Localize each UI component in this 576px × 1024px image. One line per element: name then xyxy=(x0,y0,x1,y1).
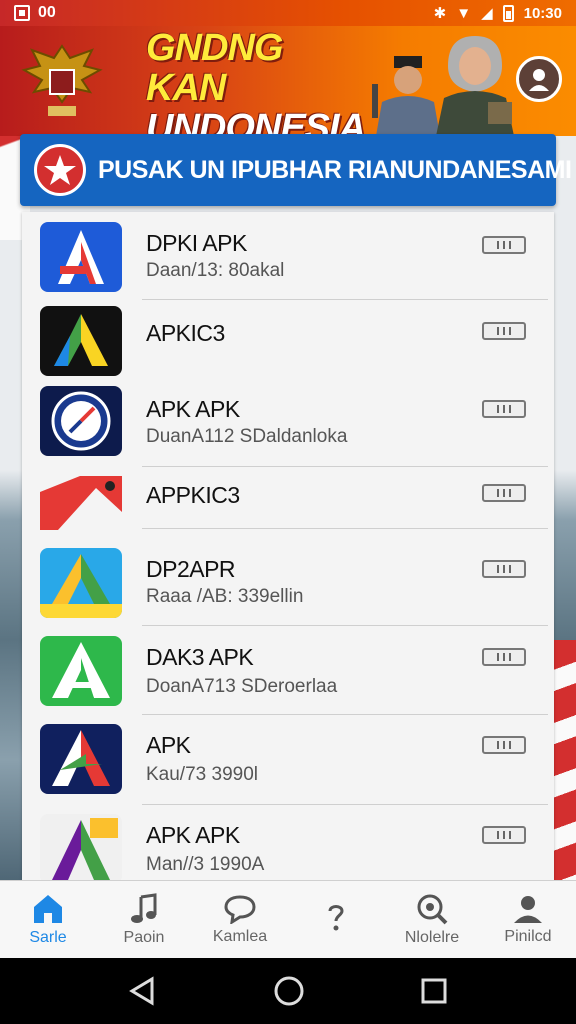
section-title-bar: PUSAK UN IPUBHAR RIAN UNDANESAMI xyxy=(20,134,572,206)
list-item[interactable]: APK APK DuanA112 SDaldanloka xyxy=(22,380,554,467)
star-icon xyxy=(44,155,76,185)
list-item[interactable]: DPKI APK Daan/13: 80akal xyxy=(22,212,554,300)
signal-icon: ◢ xyxy=(481,5,493,22)
nav-item-home[interactable]: Sarle xyxy=(0,881,96,958)
install-toggle[interactable] xyxy=(482,736,526,754)
home-icon xyxy=(34,894,62,923)
list-item[interactable]: DP2APR Raaa /AB: 339ellin xyxy=(22,532,554,626)
install-toggle[interactable] xyxy=(482,322,526,340)
profile-icon xyxy=(514,895,542,923)
yellow-blue-a-logo-icon xyxy=(40,548,122,618)
section-title-right: UNDANESAMI xyxy=(406,155,572,184)
navy-a-logo-icon xyxy=(40,724,122,794)
status-left: 00 xyxy=(14,4,56,22)
battery-icon xyxy=(502,4,514,22)
app-subtitle: Raaa /AB: 339ellin xyxy=(146,586,304,607)
install-toggle[interactable] xyxy=(482,236,526,254)
bluetooth-icon: ✱ xyxy=(433,5,447,22)
section-title-left: PUSAK UN IPUBHAR RIAN xyxy=(98,155,407,184)
green-a-logo-icon xyxy=(40,636,122,706)
app-name: APK APK xyxy=(146,822,240,848)
nav-label: Pinilcd xyxy=(504,927,552,945)
nav-item-help[interactable] xyxy=(288,881,384,958)
system-navigation-bar xyxy=(0,958,576,1024)
red-a-logo-icon xyxy=(40,222,122,292)
app-name: APPKIC3 xyxy=(146,482,240,508)
home-circle-icon[interactable] xyxy=(273,975,305,1007)
nav-label: Sarle xyxy=(29,928,67,946)
hijab-woman-figure-icon xyxy=(436,36,514,136)
app-subtitle: Man//3 1990A xyxy=(146,854,265,875)
list-item[interactable]: APK APK Man//3 1990A xyxy=(22,804,554,880)
nav-item-music[interactable]: Paoin xyxy=(96,881,192,958)
nav-item-profile[interactable]: Pinilcd xyxy=(480,881,576,958)
app-name: APKIC3 xyxy=(146,320,225,346)
row-divider xyxy=(142,528,548,529)
install-toggle[interactable] xyxy=(482,484,526,502)
list-item[interactable]: APKIC3 xyxy=(22,300,554,380)
purple-green-a-logo-icon xyxy=(40,814,122,880)
green-yellow-a-logo-icon xyxy=(40,306,122,376)
user-avatar-icon xyxy=(529,69,549,91)
app-name: DAK3 APK xyxy=(146,644,254,670)
status-left-text: 00 xyxy=(38,4,56,21)
install-toggle[interactable] xyxy=(482,648,526,666)
list-item[interactable]: DAK3 APK DoanA713 SDeroerlaa xyxy=(22,624,554,715)
garuda-emblem-icon xyxy=(21,44,103,116)
list-item[interactable]: APK Kau/73 3990l xyxy=(22,714,554,805)
bottom-navigation: Sarle Paoin Kamlea Nlolelre Pinilcd xyxy=(0,880,576,958)
banner-title: GNDNG KAN UNDONESIA xyxy=(146,28,366,136)
nav-item-chat[interactable]: Kamlea xyxy=(192,881,288,958)
app-subtitle: Daan/13: 80akal xyxy=(146,260,285,281)
app-subtitle: DoanA713 SDeroerlaa xyxy=(146,676,338,697)
back-icon[interactable] xyxy=(128,976,158,1006)
music-icon xyxy=(131,892,157,923)
app-name: APK APK xyxy=(146,396,240,422)
red-ribbon-icon xyxy=(40,472,122,530)
compass-badge-icon xyxy=(40,386,122,456)
app-name: DP2APR xyxy=(146,556,236,582)
wifi-icon: ▼ xyxy=(456,4,472,22)
profile-button[interactable] xyxy=(516,56,562,102)
app-subtitle: DuanA112 SDaldanloka xyxy=(146,426,348,447)
app-name: APK xyxy=(146,732,191,758)
nav-label: Kamlea xyxy=(212,927,268,945)
nav-item-search[interactable]: Nlolelre xyxy=(384,881,480,958)
recents-icon[interactable] xyxy=(420,977,448,1005)
app-subtitle: Kau/73 3990l xyxy=(146,764,258,785)
banner-title-line1: GNDNG KAN xyxy=(146,27,283,109)
header-banner: GNDNG KAN UNDONESIA xyxy=(0,26,576,136)
status-right: ✱ ▼ ◢ 10:30 xyxy=(434,4,562,22)
app-list: DPKI APK Daan/13: 80akal APKIC3 APK APK … xyxy=(22,212,554,880)
chat-bubble-icon xyxy=(224,894,256,924)
list-item[interactable]: APPKIC3 xyxy=(22,466,554,532)
app-name: DPKI APK xyxy=(146,230,247,256)
nav-label: Paoin xyxy=(123,928,165,946)
search-icon xyxy=(417,894,448,924)
notification-icon xyxy=(14,5,30,21)
status-bar: 00 ✱ ▼ ◢ 10:30 xyxy=(0,0,576,26)
nav-label: Nlolelre xyxy=(404,928,460,946)
install-toggle[interactable] xyxy=(482,560,526,578)
question-icon xyxy=(328,904,344,930)
banner-title-line2: UNDONESIA xyxy=(146,107,366,136)
star-badge-icon xyxy=(34,144,86,196)
install-toggle[interactable] xyxy=(482,826,526,844)
status-time: 10:30 xyxy=(523,4,562,22)
install-toggle[interactable] xyxy=(482,400,526,418)
